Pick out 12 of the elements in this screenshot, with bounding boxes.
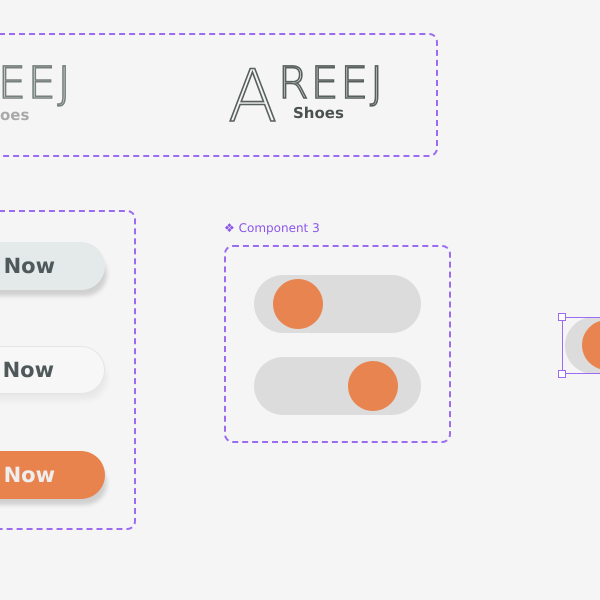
- logo-subtitle: Shoes: [293, 106, 344, 121]
- buy-now-button[interactable]: Now: [0, 346, 105, 394]
- toggle-knob: [348, 361, 398, 411]
- resize-handle[interactable]: [558, 370, 566, 378]
- component-label: ❖ Component 3: [224, 221, 320, 235]
- toggle-knob: [273, 279, 323, 329]
- logo-text: REEJ: [278, 62, 386, 106]
- logo-text: EEJ: [0, 62, 73, 106]
- logo-subtitle: oes: [0, 108, 30, 123]
- buy-now-button[interactable]: Now: [0, 242, 105, 290]
- resize-handle[interactable]: [558, 313, 566, 321]
- logo-initial: A: [228, 60, 280, 132]
